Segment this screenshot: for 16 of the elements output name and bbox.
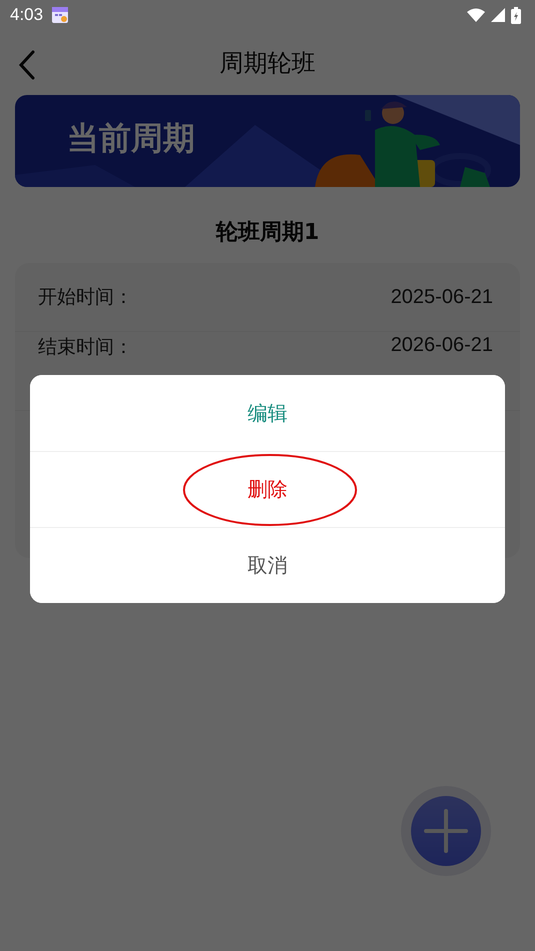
- battery-icon: [511, 6, 521, 24]
- row-value: 2026-06-21: [390, 334, 493, 357]
- back-icon[interactable]: [18, 50, 36, 80]
- signal-icon: [491, 8, 505, 22]
- banner-title: 当前周期: [67, 118, 195, 159]
- row-label: 开始时间：: [38, 285, 133, 310]
- cycle-name: 轮班周期1: [214, 219, 320, 247]
- calendar-icon: [51, 5, 70, 25]
- row-value: 2025-06-21: [390, 286, 493, 308]
- wifi-icon: [467, 8, 485, 22]
- page-title: 周期轮班: [220, 48, 316, 78]
- status-time: 4:03: [10, 5, 44, 25]
- row-label: 结束时间：: [38, 335, 133, 360]
- plus-icon: [424, 809, 468, 853]
- sheet-option[interactable]: 取消: [30, 527, 505, 603]
- sheet-option[interactable]: 删除: [30, 451, 505, 527]
